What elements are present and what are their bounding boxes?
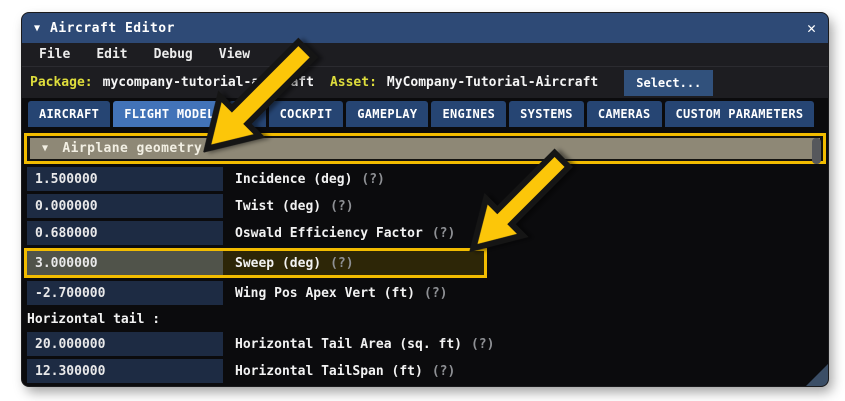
window-collapse-icon[interactable]: ▼ [34, 23, 40, 34]
tab-engines[interactable]: ENGINES [431, 101, 507, 127]
parameter-label: Wing Pos Apex Vert (ft) [235, 285, 416, 301]
value-input[interactable] [27, 167, 223, 191]
help-marker[interactable]: (?) [432, 226, 455, 241]
aircraft-editor-window: ▼ Aircraft Editor ✕ File Edit Debug View… [22, 13, 828, 386]
parameter-label: Horizontal TailSpan (ft) [235, 363, 423, 379]
window-title: Aircraft Editor [50, 20, 175, 36]
parameter-row: Oswald Efficiency Factor (?) [27, 221, 828, 245]
parameter-label: Horizontal Tail Area (sq. ft) [235, 336, 462, 352]
parameter-row: Twist (deg) (?) [27, 194, 828, 218]
tab-systems[interactable]: SYSTEMS [509, 101, 584, 127]
tab-cameras[interactable]: CAMERAS [586, 101, 662, 127]
value-input[interactable] [27, 281, 223, 305]
parameter-label: Incidence (deg) [235, 171, 353, 187]
value-input[interactable] [27, 251, 223, 275]
parameter-row: Sweep (deg) (?) [27, 251, 484, 275]
parameter-row: Horizontal Tail Area (sq. ft) (?) [27, 332, 828, 356]
menu-view[interactable]: View [206, 47, 263, 62]
package-value: mycompany-tutorial-aircraft [102, 75, 314, 90]
menu-file[interactable]: File [26, 47, 83, 62]
section-header-airplane-geometry[interactable]: ▼ Airplane geometry [30, 138, 820, 159]
close-icon[interactable]: ✕ [807, 20, 816, 36]
help-marker[interactable]: (?) [432, 364, 455, 379]
parameter-list: Incidence (deg)(?)Twist (deg)(?)Oswald E… [22, 167, 828, 386]
help-marker[interactable]: (?) [330, 256, 353, 271]
screenshot-stage: ▼ Aircraft Editor ✕ File Edit Debug View… [0, 0, 845, 401]
tab-custom-parameters[interactable]: CUSTOM PARAMETERS [664, 101, 815, 127]
section-title: Airplane geometry [62, 141, 203, 156]
help-marker[interactable]: (?) [361, 172, 384, 187]
package-label: Package: [30, 75, 93, 90]
parameter-row: Wing Pos Apex Vert (ft) (?) [27, 281, 828, 305]
scrollbar-thumb[interactable] [812, 138, 821, 164]
tab-aircraft[interactable]: AIRCRAFT [28, 101, 111, 127]
parameter-label: Twist (deg) [235, 198, 322, 214]
section-highlight-annotation: ▼ Airplane geometry [24, 133, 826, 164]
parameter-label: Sweep (deg) [235, 255, 322, 271]
title-bar: ▼ Aircraft Editor ✕ [22, 13, 828, 43]
parameter-row: Incidence (deg) (?) [27, 167, 828, 191]
parameter-row: Horizontal TailSpan (ft) (?) [27, 359, 828, 383]
value-input[interactable] [27, 194, 223, 218]
asset-value: MyCompany-Tutorial-Aircraft [386, 75, 599, 90]
help-marker[interactable]: (?) [471, 337, 494, 352]
menu-edit[interactable]: Edit [83, 47, 140, 62]
package-row: Package: mycompany-tutorial-aircraft Ass… [22, 66, 828, 98]
help-marker[interactable]: (?) [330, 199, 353, 214]
value-input[interactable] [27, 221, 223, 245]
tab-cockpit[interactable]: COCKPIT [268, 101, 344, 127]
value-input[interactable] [27, 359, 223, 383]
highlighted-row-annotation: Sweep (deg) (?) [24, 248, 487, 278]
select-asset-button[interactable]: Select... [624, 69, 714, 96]
menu-debug[interactable]: Debug [141, 47, 206, 62]
subsection-label: Horizontal tail : [27, 312, 161, 327]
tab-gameplay[interactable]: GAMEPLAY [346, 101, 429, 127]
tab-flight-model[interactable]: FLIGHT MODEL [113, 101, 226, 127]
resize-grip-handle[interactable] [805, 363, 828, 386]
menu-bar: File Edit Debug View [22, 43, 828, 66]
help-marker[interactable]: (?) [424, 286, 447, 301]
collapse-triangle-icon: ▼ [42, 143, 49, 154]
asset-label: Asset: [329, 75, 377, 90]
tab-ai[interactable]: AI [228, 101, 266, 127]
tab-bar: AIRCRAFT FLIGHT MODEL AI COCKPIT GAMEPLAY ENG… [28, 101, 828, 127]
value-input[interactable] [27, 332, 223, 356]
parameter-label: Oswald Efficiency Factor [235, 225, 423, 241]
